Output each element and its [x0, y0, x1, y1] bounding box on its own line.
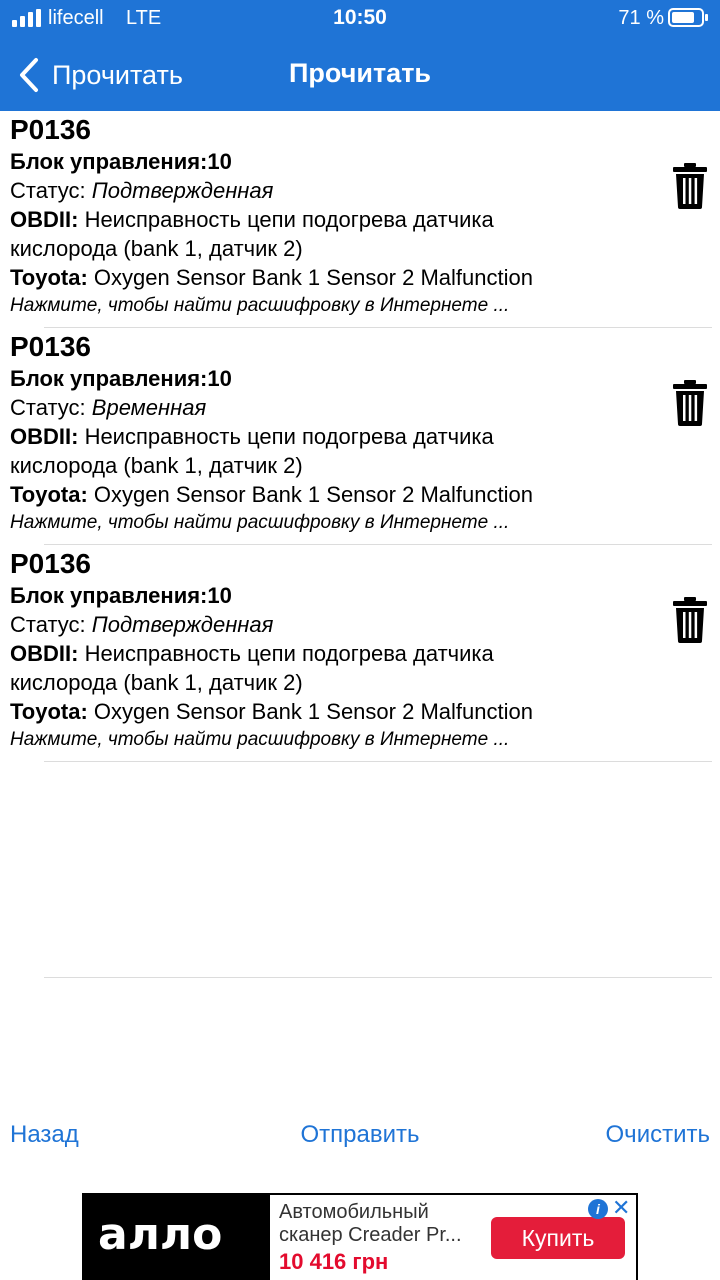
- obd-label: OBDII:: [10, 641, 85, 666]
- trash-icon[interactable]: [672, 597, 708, 643]
- battery-percent: 71 %: [618, 7, 664, 29]
- trash-icon[interactable]: [672, 380, 708, 426]
- status-value: Временная: [91, 395, 207, 420]
- ecu-label: Блок управления:: [10, 583, 208, 608]
- obd-label: OBDII:: [10, 207, 85, 232]
- status-label: Статус:: [10, 178, 92, 203]
- obd-line: OBDII: Неисправность цепи подогрева датч…: [10, 207, 494, 233]
- ad-title: Автомобильный сканер Creader Pr...: [279, 1201, 462, 1246]
- top-bar: lifecell LTE 10:50 71 % Прочитать Прочит…: [0, 0, 720, 111]
- status-bar: lifecell LTE 10:50 71 %: [0, 0, 720, 40]
- bottom-toolbar: Назад Отправить Очистить: [0, 1115, 720, 1155]
- back-button[interactable]: Назад: [10, 1121, 79, 1149]
- make-description: Oxygen Sensor Bank 1 Sensor 2 Malfunctio…: [93, 265, 533, 290]
- obd-label: OBDII:: [10, 424, 85, 449]
- clear-button[interactable]: Очистить: [606, 1121, 710, 1149]
- obd-description-cont: кислорода (bank 1, датчик 2): [10, 236, 303, 261]
- obd-description-cont: кислорода (bank 1, датчик 2): [10, 670, 303, 695]
- ad-brand: алло: [98, 1209, 222, 1260]
- clock: 10:50: [333, 6, 387, 29]
- status-label: Статус:: [10, 612, 92, 637]
- obd-line: OBDII: Неисправность цепи подогрева датч…: [10, 424, 494, 450]
- ad-buy-button[interactable]: Купить: [491, 1217, 625, 1259]
- dtc-code: P0136: [10, 548, 91, 579]
- make-line: Toyota: Oxygen Sensor Bank 1 Sensor 2 Ma…: [10, 265, 533, 291]
- make-line: Toyota: Oxygen Sensor Bank 1 Sensor 2 Ma…: [10, 699, 533, 725]
- ecu-label: Блок управления:: [10, 149, 208, 174]
- ad-panel: Автомобильный сканер Creader Pr... 10 41…: [270, 1195, 636, 1280]
- trouble-code-item[interactable]: P0136 Блок управления:10 Статус: Подтвер…: [0, 111, 720, 328]
- page-title: Прочитать: [288, 58, 432, 88]
- ad-price: 10 416 грн: [279, 1249, 389, 1274]
- navigation-bar: Прочитать Прочитать: [0, 40, 720, 111]
- search-hint[interactable]: Нажмите, чтобы найти расшифровку в Интер…: [10, 729, 509, 751]
- search-hint[interactable]: Нажмите, чтобы найти расшифровку в Интер…: [10, 512, 509, 534]
- status-line: Статус: Временная: [10, 395, 206, 421]
- status-label: Статус:: [10, 395, 92, 420]
- ecu-line: Блок управления:10: [10, 366, 232, 392]
- obd-description: Неисправность цепи подогрева датчика: [84, 424, 494, 449]
- make-label: Toyota:: [10, 265, 94, 290]
- ad-banner[interactable]: алло Автомобильный сканер Creader Pr... …: [82, 1193, 638, 1280]
- empty-row-divider: [44, 977, 712, 978]
- ecu-label: Блок управления:: [10, 366, 208, 391]
- row-divider: [44, 761, 712, 762]
- battery-icon: [668, 8, 708, 27]
- make-label: Toyota:: [10, 482, 94, 507]
- info-icon[interactable]: i: [588, 1199, 608, 1219]
- obd-description: Неисправность цепи подогрева датчика: [84, 207, 494, 232]
- ecu-value: 10: [207, 149, 232, 174]
- status-line: Статус: Подтвержденная: [10, 178, 273, 204]
- make-line: Toyota: Oxygen Sensor Bank 1 Sensor 2 Ma…: [10, 482, 533, 508]
- status-line: Статус: Подтвержденная: [10, 612, 273, 638]
- dtc-code: P0136: [10, 114, 91, 145]
- obd-description: Неисправность цепи подогрева датчика: [84, 641, 494, 666]
- send-button[interactable]: Отправить: [300, 1121, 419, 1148]
- ecu-line: Блок управления:10: [10, 149, 232, 175]
- status-value: Подтвержденная: [91, 612, 274, 637]
- ecu-value: 10: [207, 583, 232, 608]
- obd-description-cont: кислорода (bank 1, датчик 2): [10, 453, 303, 478]
- ecu-line: Блок управления:10: [10, 583, 232, 609]
- trash-icon[interactable]: [672, 163, 708, 209]
- status-value: Подтвержденная: [91, 178, 274, 203]
- make-description: Oxygen Sensor Bank 1 Sensor 2 Malfunctio…: [93, 482, 533, 507]
- make-label: Toyota:: [10, 699, 94, 724]
- make-description: Oxygen Sensor Bank 1 Sensor 2 Malfunctio…: [93, 699, 533, 724]
- dtc-code: P0136: [10, 331, 91, 362]
- trouble-code-item[interactable]: P0136 Блок управления:10 Статус: Подтвер…: [0, 545, 720, 762]
- search-hint[interactable]: Нажмите, чтобы найти расшифровку в Интер…: [10, 295, 509, 317]
- obd-line: OBDII: Неисправность цепи подогрева датч…: [10, 641, 494, 667]
- close-icon[interactable]: ✕: [612, 1197, 632, 1219]
- allo-logo: алло: [98, 1209, 222, 1260]
- ecu-value: 10: [207, 366, 232, 391]
- trouble-code-list: P0136 Блок управления:10 Статус: Подтвер…: [0, 111, 720, 762]
- trouble-code-item[interactable]: P0136 Блок управления:10 Статус: Временн…: [0, 328, 720, 545]
